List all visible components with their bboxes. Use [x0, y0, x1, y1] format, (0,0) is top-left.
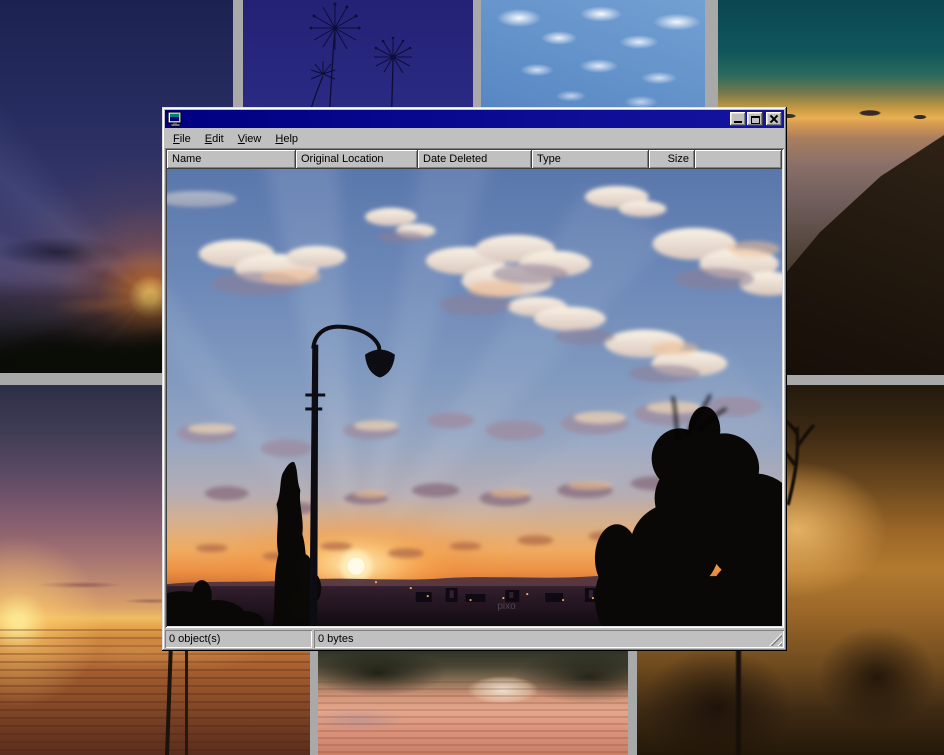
column-header-name[interactable]: Name	[167, 150, 296, 169]
computer-window-icon	[167, 111, 183, 127]
sunset-photo: pixo	[167, 169, 782, 626]
menu-view[interactable]: View	[231, 131, 269, 147]
desktop: File Edit View Help Name Original Locati…	[0, 0, 944, 755]
photo-watermark: pixo	[497, 601, 516, 612]
status-bar: 0 object(s) 0 bytes	[165, 630, 784, 648]
column-header-type[interactable]: Type	[532, 150, 649, 169]
menu-edit[interactable]: Edit	[198, 131, 231, 147]
window-controls	[729, 112, 782, 126]
list-view[interactable]: Name Original Location Date Deleted Type…	[165, 148, 784, 628]
menu-bar: File Edit View Help	[165, 129, 784, 148]
maximize-button[interactable]	[747, 112, 763, 126]
ripple-texture	[318, 681, 628, 755]
status-byte-count: 0 bytes	[314, 630, 784, 648]
column-headers: Name Original Location Date Deleted Type…	[167, 150, 782, 169]
photo-content: pixo	[167, 169, 782, 626]
minimize-icon	[734, 121, 742, 123]
maximize-icon	[751, 116, 760, 124]
column-header-filler	[695, 150, 782, 169]
status-object-count: 0 object(s)	[165, 630, 312, 648]
menu-file[interactable]: File	[166, 131, 198, 147]
close-icon	[769, 114, 778, 123]
minimize-button[interactable]	[730, 112, 746, 126]
menu-help[interactable]: Help	[268, 131, 305, 147]
window-titlebar[interactable]	[165, 110, 784, 128]
pole-silhouette	[185, 647, 188, 755]
column-header-size[interactable]: Size	[649, 150, 695, 169]
recycle-bin-window: File Edit View Help Name Original Locati…	[162, 107, 787, 651]
close-button[interactable]	[766, 112, 782, 126]
column-header-original-location[interactable]: Original Location	[296, 150, 418, 169]
column-header-date-deleted[interactable]: Date Deleted	[418, 150, 532, 169]
